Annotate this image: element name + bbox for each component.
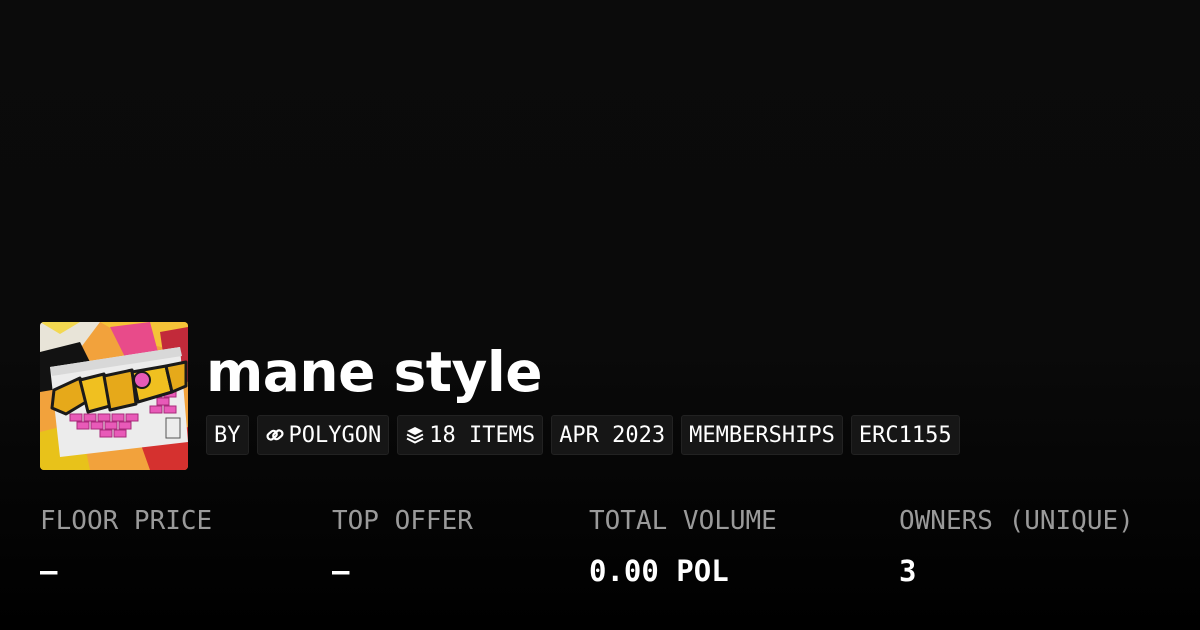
stat-owners: OWNERS (UNIQUE) 3 — [899, 503, 1134, 589]
stat-total-volume-value: 0.00 POL — [589, 554, 729, 588]
tag-category-label: MEMBERSHIPS — [689, 422, 835, 448]
tag-standard: ERC1155 — [850, 415, 960, 455]
collection-artwork-image — [40, 322, 188, 470]
tag-date-label: APR 2023 — [559, 422, 666, 448]
tag-items-label: 18 ITEMS — [429, 422, 536, 448]
tag-chain-label: POLYGON — [288, 422, 382, 448]
layers-icon — [405, 425, 425, 445]
collection-thumbnail[interactable] — [40, 322, 188, 470]
title-block: mane style BY POLYGON 18 ITEMS APR 2023 … — [206, 322, 960, 455]
stat-total-volume-label: TOTAL VOLUME — [589, 506, 777, 536]
collection-title: mane style — [206, 340, 543, 404]
stat-floor-price-label: FLOOR PRICE — [40, 506, 213, 536]
stat-top-offer: TOP OFFER – — [332, 503, 473, 589]
tag-by[interactable]: BY — [206, 415, 249, 455]
collection-tags: BY POLYGON 18 ITEMS APR 2023 MEMBERSHIPS… — [206, 415, 960, 455]
tag-chain[interactable]: POLYGON — [256, 415, 390, 455]
tag-by-label: BY — [214, 422, 241, 448]
stat-top-offer-label: TOP OFFER — [332, 506, 473, 536]
tag-date: APR 2023 — [551, 415, 674, 455]
stat-total-volume: TOTAL VOLUME 0.00 POL — [589, 503, 777, 589]
stat-owners-value: 3 — [899, 554, 917, 588]
stat-floor-price-value: – — [40, 554, 58, 588]
collection-header: mane style BY POLYGON 18 ITEMS APR 2023 … — [40, 322, 960, 470]
stat-top-offer-value: – — [332, 554, 350, 588]
tag-items[interactable]: 18 ITEMS — [397, 415, 544, 455]
stat-owners-label: OWNERS (UNIQUE) — [899, 506, 1134, 536]
tag-category[interactable]: MEMBERSHIPS — [681, 415, 843, 455]
tag-standard-label: ERC1155 — [858, 422, 952, 448]
link-icon — [265, 425, 285, 445]
stat-floor-price: FLOOR PRICE – — [40, 503, 212, 589]
page-background: mane style BY POLYGON 18 ITEMS APR 2023 … — [0, 0, 1200, 630]
